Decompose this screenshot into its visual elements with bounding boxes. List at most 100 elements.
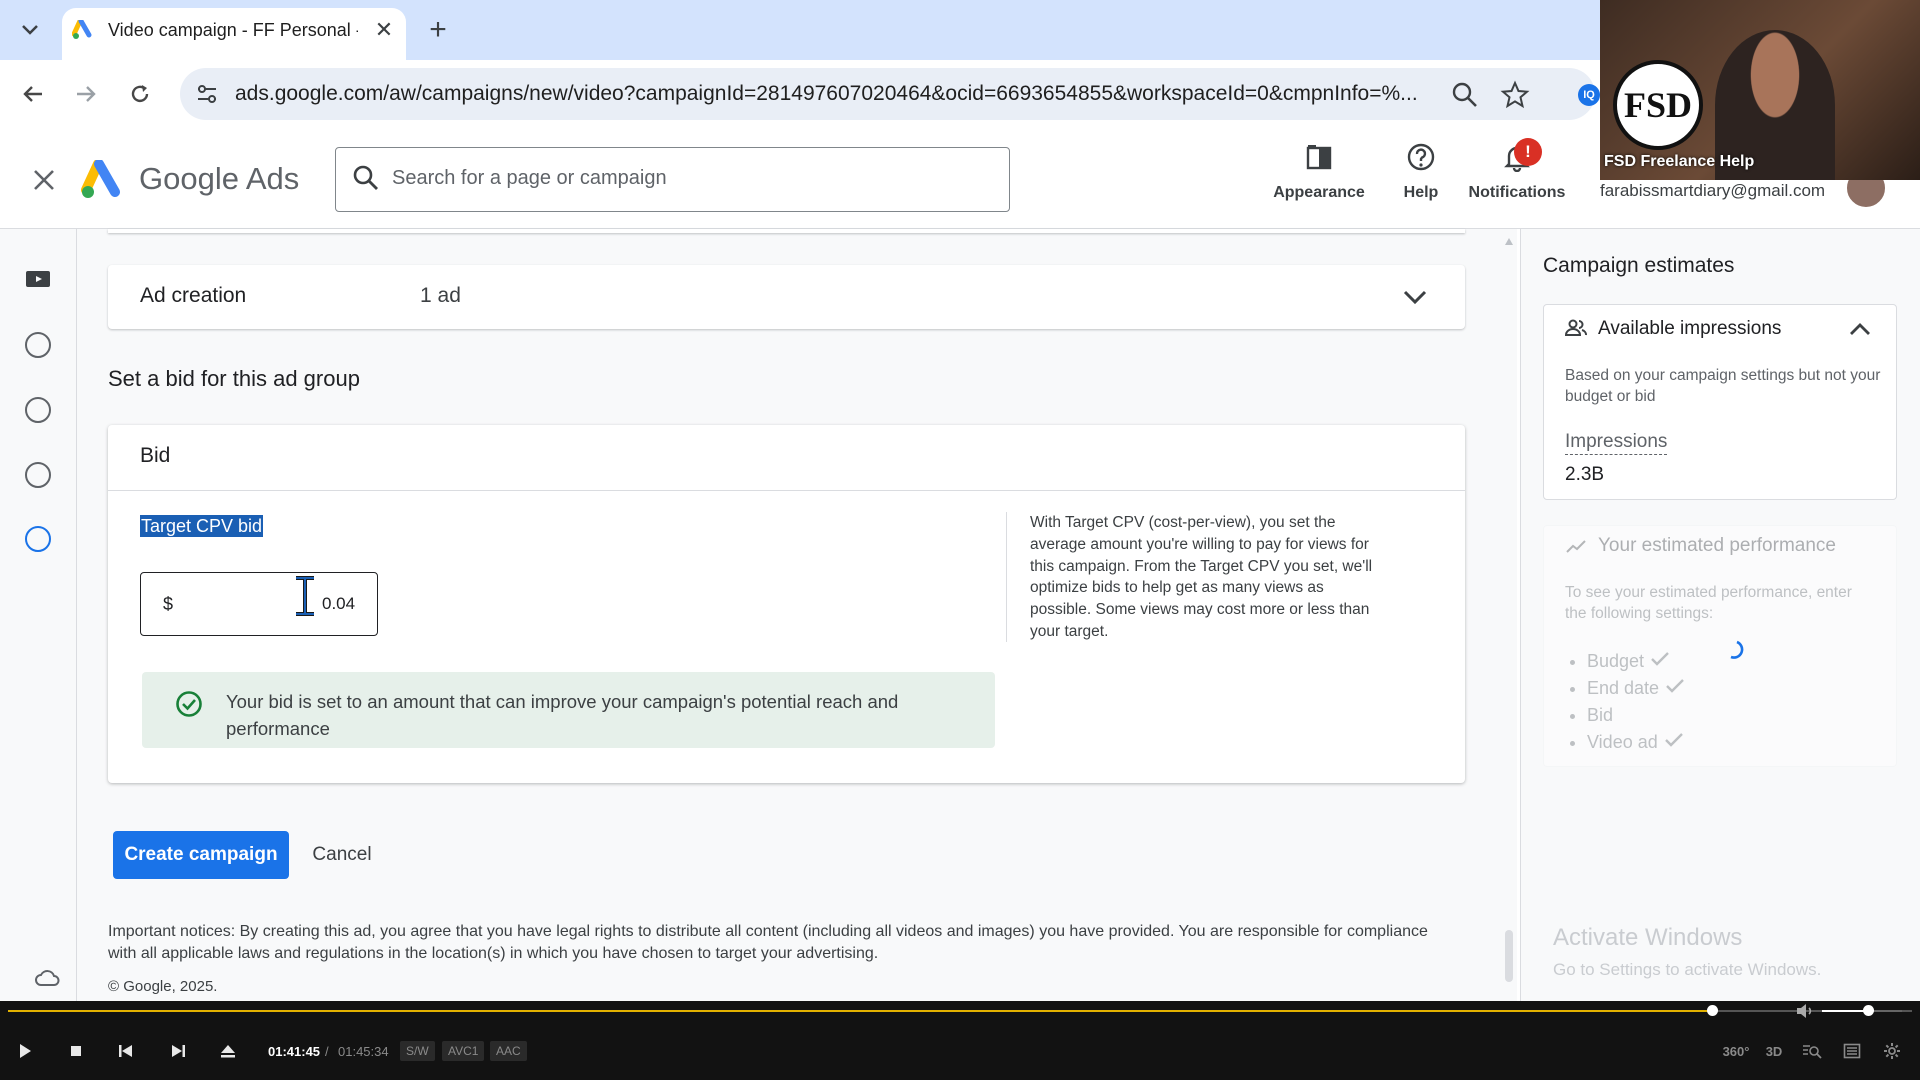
- appearance-icon: [1306, 145, 1332, 170]
- tab-list-chevron-icon[interactable]: [10, 12, 50, 48]
- cloud-save-icon: [34, 968, 60, 988]
- step-circle-icon[interactable]: [25, 462, 51, 488]
- scroll-up-arrow-icon[interactable]: [1505, 237, 1513, 245]
- back-arrow-icon[interactable]: [13, 74, 53, 114]
- zoom-search-icon[interactable]: [1800, 1040, 1824, 1062]
- bid-success-message: Your bid is set to an amount that can im…: [226, 691, 899, 739]
- step-circle-icon[interactable]: [25, 332, 51, 358]
- volume-icon[interactable]: [1795, 1003, 1817, 1019]
- check-circle-icon: [175, 690, 203, 718]
- checkmark-icon: [1651, 652, 1669, 666]
- impressions-label[interactable]: Impressions: [1565, 431, 1668, 455]
- new-tab-plus-icon[interactable]: +: [420, 13, 456, 46]
- volume-level: [1822, 1010, 1868, 1012]
- impressions-description: Based on your campaign settings but not …: [1565, 367, 1881, 405]
- required-setting-item: Video ad: [1587, 729, 1685, 756]
- webcam-label: FSD Freelance Help: [1604, 153, 1755, 170]
- google-ads-logo-icon: [80, 159, 124, 200]
- bookmark-star-icon[interactable]: [1500, 80, 1530, 110]
- notification-alert-badge: !: [1514, 138, 1542, 166]
- site-info-tune-icon[interactable]: [192, 80, 222, 108]
- video-camera-icon[interactable]: [24, 268, 52, 290]
- codec-badge: AAC: [490, 1041, 527, 1061]
- target-cpv-help-text: With Target CPV (cost-per-view), you set…: [1030, 514, 1373, 640]
- google-ads-favicon-icon: [71, 18, 94, 40]
- required-setting-label: Budget: [1587, 651, 1645, 671]
- playlist-icon[interactable]: [1840, 1040, 1864, 1062]
- settings-gear-icon[interactable]: [1880, 1040, 1904, 1062]
- loading-spinner-icon: [1722, 638, 1744, 660]
- 3d-icon[interactable]: 3D: [1762, 1040, 1786, 1062]
- seek-handle[interactable]: [1707, 1005, 1718, 1016]
- available-impressions-title: Available impressions: [1598, 318, 1782, 339]
- forward-arrow-icon[interactable]: [66, 74, 106, 114]
- volume-handle[interactable]: [1863, 1005, 1874, 1016]
- ad-creation-summary: 1 ad: [420, 284, 461, 307]
- account-email[interactable]: farabissmartdiary@gmail.com: [1600, 181, 1825, 201]
- estimated-performance-description: To see your estimated performance, enter…: [1565, 584, 1852, 622]
- required-setting-item: End date: [1587, 675, 1685, 702]
- required-setting-label: Bid: [1587, 705, 1614, 725]
- estimates-title: Campaign estimates: [1543, 254, 1735, 277]
- eject-icon[interactable]: [215, 1038, 241, 1064]
- scrollbar-thumb[interactable]: [1505, 930, 1513, 982]
- required-setting-label: Video ad: [1587, 732, 1658, 752]
- next-track-icon[interactable]: [165, 1038, 191, 1064]
- trending-icon: [1565, 537, 1587, 555]
- media-player-bar: [0, 1001, 1920, 1080]
- cancel-button[interactable]: Cancel: [300, 831, 384, 879]
- copyright: © Google, 2025.: [108, 978, 218, 995]
- bid-value[interactable]: 0.04: [322, 594, 355, 614]
- appearance-button[interactable]: Appearance: [1262, 142, 1376, 202]
- play-icon[interactable]: [12, 1038, 38, 1064]
- text-cursor-icon: [292, 575, 318, 617]
- fsd-logo: FSD: [1613, 60, 1703, 150]
- help-button[interactable]: Help: [1396, 142, 1446, 202]
- help-label: Help: [1403, 184, 1439, 201]
- notifications-label: Notifications: [1468, 184, 1566, 201]
- windows-watermark-subtitle: Go to Settings to activate Windows.: [1553, 960, 1822, 979]
- google-ads-wordmark: Google Ads: [139, 161, 300, 196]
- ad-creation-title: Ad creation: [140, 284, 247, 307]
- seek-bar-progress: [8, 1010, 1712, 1012]
- bid-section-heading: Set a bid for this ad group: [108, 366, 360, 391]
- ad-creation-section[interactable]: [108, 265, 1465, 329]
- extension-icon[interactable]: IQ: [1578, 84, 1600, 106]
- checkmark-icon: [1664, 733, 1683, 747]
- codec-badge[interactable]: S/W: [400, 1041, 435, 1061]
- required-setting-item: Bid: [1587, 702, 1685, 729]
- zoom-magnifier-icon[interactable]: [1450, 80, 1480, 110]
- url-text[interactable]: ads.google.com/aw/campaigns/new/video?ca…: [235, 82, 1430, 106]
- required-settings-list: Budget End date Bid Video ad: [1567, 648, 1685, 756]
- estimated-performance-title: Your estimated performance: [1598, 535, 1836, 556]
- 360-view-icon[interactable]: 360°: [1723, 1040, 1750, 1062]
- reload-icon[interactable]: [120, 74, 160, 114]
- required-setting-label: End date: [1587, 678, 1660, 698]
- step-circle-icon[interactable]: [25, 397, 51, 423]
- tab-title: Video campaign - FF Personal -: [108, 20, 358, 40]
- tab-close-icon[interactable]: ✕: [370, 16, 398, 44]
- scrollbar[interactable]: [1500, 229, 1517, 1001]
- codec-badge: AVC1: [442, 1041, 485, 1061]
- required-setting-item: Budget: [1587, 648, 1685, 675]
- bid-card-title: Bid: [140, 444, 171, 467]
- chevron-down-icon[interactable]: [1400, 284, 1430, 310]
- checkmark-icon: [1666, 679, 1684, 693]
- stop-icon[interactable]: [63, 1038, 89, 1064]
- legal-notice: Important notices: By creating this ad, …: [108, 923, 1428, 963]
- vertical-divider: [1006, 512, 1007, 642]
- current-time: 01:41:45: [268, 1044, 321, 1059]
- close-icon[interactable]: [24, 160, 64, 200]
- search-icon: [352, 164, 380, 192]
- step-circle-active-icon[interactable]: [25, 526, 51, 552]
- previous-section-card: [108, 229, 1465, 233]
- chevron-up-icon[interactable]: [1846, 318, 1874, 340]
- total-time: 01:45:34: [338, 1044, 389, 1059]
- appearance-label: Appearance: [1273, 184, 1365, 201]
- time-separator: /: [325, 1044, 329, 1059]
- help-icon: [1407, 143, 1435, 171]
- previous-track-icon[interactable]: [113, 1038, 139, 1064]
- target-cpv-label: Target CPV bid: [140, 515, 264, 537]
- create-campaign-button[interactable]: Create campaign: [113, 831, 289, 879]
- windows-watermark-title: Activate Windows: [1553, 924, 1743, 951]
